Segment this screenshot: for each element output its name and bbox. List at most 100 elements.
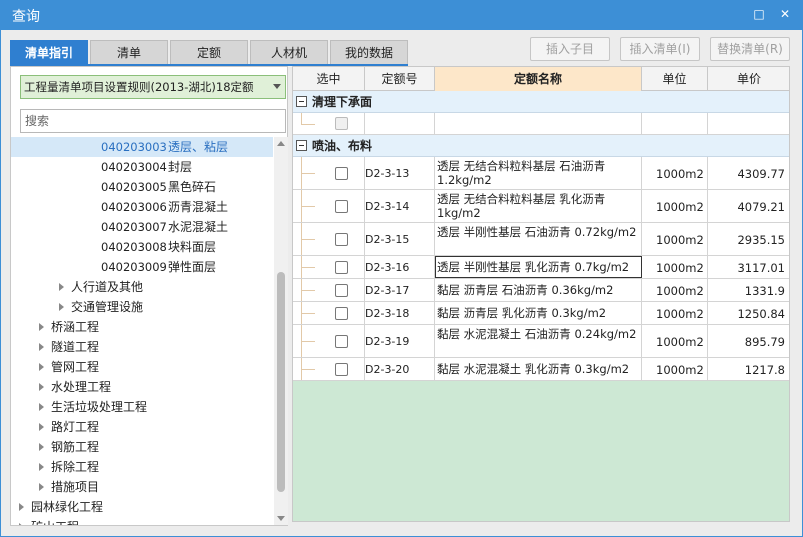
tab-materials[interactable]: 人材机 <box>250 40 328 64</box>
tree-item-label: 生活垃圾处理工程 <box>51 400 148 414</box>
tree-item-code: 040203009 <box>101 260 167 274</box>
quota-name: 透层 无结合料粒料基层 乳化沥青 1kg/m2 <box>437 192 606 220</box>
tab-bill-guide[interactable]: 清单指引 <box>10 40 88 64</box>
tree-item[interactable]: 040203008 块料面层 <box>11 237 273 257</box>
row-checkbox[interactable] <box>335 335 348 348</box>
row-checkbox[interactable] <box>335 363 348 376</box>
table-row[interactable]: D2-3-13 透层 无结合料粒料基层 石油沥青 1.2kg/m2 1000m2 43… <box>293 157 789 190</box>
tree-item-label: 钢筋工程 <box>51 440 100 454</box>
expand-arrow-icon[interactable] <box>39 403 44 411</box>
quota-unit: 1000m2 <box>656 260 704 275</box>
expand-arrow-icon[interactable] <box>59 283 64 291</box>
tree-item[interactable]: 040203009 弹性面层 <box>11 257 273 277</box>
quota-code: D2-3-18 <box>365 306 410 320</box>
table-row[interactable]: D2-3-20 黏层 水泥混凝土 乳化沥青 0.3kg/m2 1000m2 1217.… <box>293 358 789 381</box>
expand-arrow-icon[interactable] <box>39 323 44 331</box>
tab-bill[interactable]: 清单 <box>90 40 168 64</box>
col-price[interactable]: 单价 <box>708 67 789 91</box>
tree-item[interactable]: 040203007 水泥混凝土 <box>11 217 273 237</box>
tree-item[interactable]: 措施项目 <box>11 477 273 497</box>
quota-price: 4309.77 <box>737 166 785 181</box>
tree-item[interactable]: 矿山工程 <box>11 517 273 525</box>
tree-item-label: 水处理工程 <box>51 380 112 394</box>
quota-price: 1217.8 <box>744 362 785 377</box>
tree-scrollbar[interactable] <box>274 137 288 525</box>
tree-item[interactable]: 交通管理设施 <box>11 297 273 317</box>
table-row[interactable]: D2-3-14 透层 无结合料粒料基层 乳化沥青 1kg/m2 1000m2 4079… <box>293 190 789 223</box>
quota-code: D2-3-13 <box>365 166 410 180</box>
tab-quota[interactable]: 定额 <box>170 40 248 64</box>
tree-item-label: 园林绿化工程 <box>31 500 104 514</box>
table-row[interactable]: D2-3-19 黏层 水泥混凝土 石油沥青 0.24kg/m2 1000m2 895.… <box>293 325 789 358</box>
table-row[interactable]: D2-3-18 黏层 沥青层 乳化沥青 0.3kg/m2 1000m2 1250.84 <box>293 302 789 325</box>
scroll-down-icon[interactable] <box>277 516 285 521</box>
col-unit[interactable]: 单位 <box>642 67 708 91</box>
tree-item[interactable]: 040203003 透层、粘层 <box>11 137 273 157</box>
expand-arrow-icon[interactable] <box>39 363 44 371</box>
insert-bill-button[interactable]: 插入清单(I) <box>620 37 700 61</box>
tree-item[interactable]: 040203006 沥青混凝土 <box>11 197 273 217</box>
quota-grid: 选中 定额号 定额名称 单位 单价 清理下承面 喷油、布料 D2-3-13 透层 无结… <box>292 66 790 522</box>
tree-item-code: 040203008 <box>101 240 167 254</box>
expand-arrow-icon[interactable] <box>39 443 44 451</box>
col-name[interactable]: 定额名称 <box>435 67 642 91</box>
tree-item[interactable]: 园林绿化工程 <box>11 497 273 517</box>
tree-item[interactable]: 桥涵工程 <box>11 317 273 337</box>
expand-arrow-icon[interactable] <box>39 383 44 391</box>
scroll-up-icon[interactable] <box>277 141 285 146</box>
tree-item-label: 管网工程 <box>51 360 100 374</box>
row-checkbox[interactable] <box>335 261 348 274</box>
col-code[interactable]: 定额号 <box>365 67 435 91</box>
table-row[interactable]: D2-3-15 透层 半刚性基层 石油沥青 0.72kg/m2 1000m2 2935… <box>293 223 789 256</box>
quota-name: 黏层 水泥混凝土 乳化沥青 0.3kg/m2 <box>437 362 630 376</box>
quota-code: D2-3-19 <box>365 334 410 348</box>
tree-item[interactable]: 040203004 封层 <box>11 157 273 177</box>
row-checkbox[interactable] <box>335 200 348 213</box>
tree-item[interactable]: 拆除工程 <box>11 457 273 477</box>
collapse-icon[interactable] <box>296 96 307 107</box>
quota-price: 895.79 <box>744 334 785 349</box>
group-row[interactable]: 清理下承面 <box>293 91 789 113</box>
quota-unit: 1000m2 <box>656 306 704 321</box>
expand-arrow-icon[interactable] <box>19 523 24 525</box>
group-row[interactable]: 喷油、布料 <box>293 135 789 157</box>
maximize-icon[interactable]: □ <box>752 7 766 21</box>
expand-arrow-icon[interactable] <box>59 303 64 311</box>
expand-arrow-icon[interactable] <box>39 423 44 431</box>
close-icon[interactable]: ✕ <box>778 7 792 21</box>
tree-item[interactable]: 人行道及其他 <box>11 277 273 297</box>
row-checkbox[interactable] <box>335 284 348 297</box>
quota-code: D2-3-16 <box>365 260 410 274</box>
expand-arrow-icon[interactable] <box>19 503 24 511</box>
tree-item[interactable]: 管网工程 <box>11 357 273 377</box>
tab-my-data[interactable]: 我的数据 <box>330 40 408 64</box>
tree-item-label: 封层 <box>168 160 193 174</box>
insert-child-button[interactable]: 插入子目 <box>530 37 610 61</box>
tree-item[interactable]: 隧道工程 <box>11 337 273 357</box>
tree-item-label: 弹性面层 <box>168 260 217 274</box>
rule-dropdown[interactable]: 工程量清单项目设置规则(2013-湖北)18定额 <box>20 75 286 99</box>
tree-item[interactable]: 钢筋工程 <box>11 437 273 457</box>
tree-item[interactable]: 路灯工程 <box>11 417 273 437</box>
replace-bill-button[interactable]: 替换清单(R) <box>710 37 790 61</box>
tree-item-label: 黑色碎石 <box>168 180 217 194</box>
left-panel: 工程量清单项目设置规则(2013-湖北)18定额 040203003透层、粘层0… <box>10 66 288 526</box>
table-row[interactable]: D2-3-16 透层 半刚性基层 乳化沥青 0.7kg/m2 1000m2 3117.… <box>293 256 789 279</box>
expand-arrow-icon[interactable] <box>39 483 44 491</box>
table-row[interactable]: D2-3-17 黏层 沥青层 石油沥青 0.36kg/m2 1000m2 1331.9 <box>293 279 789 302</box>
col-select[interactable]: 选中 <box>293 67 365 91</box>
tree-item[interactable]: 040203005 黑色碎石 <box>11 177 273 197</box>
row-checkbox[interactable] <box>335 167 348 180</box>
tree-item[interactable]: 生活垃圾处理工程 <box>11 397 273 417</box>
tree-item-label: 透层、粘层 <box>168 140 229 154</box>
empty-row <box>293 113 789 135</box>
expand-arrow-icon[interactable] <box>39 343 44 351</box>
collapse-icon[interactable] <box>296 140 307 151</box>
expand-arrow-icon[interactable] <box>39 463 44 471</box>
quota-unit: 1000m2 <box>656 166 704 181</box>
row-checkbox[interactable] <box>335 307 348 320</box>
tree-item[interactable]: 水处理工程 <box>11 377 273 397</box>
search-input[interactable] <box>20 109 286 133</box>
row-checkbox[interactable] <box>335 233 348 246</box>
scroll-thumb[interactable] <box>277 272 285 492</box>
